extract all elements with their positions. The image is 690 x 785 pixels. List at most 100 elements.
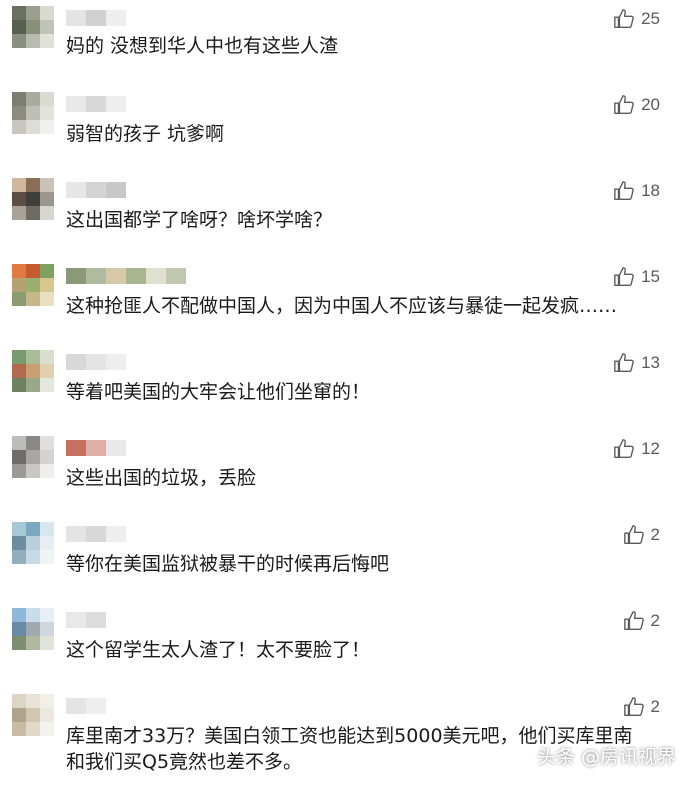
username-mosaic-cell [106, 354, 126, 370]
avatar-mosaic-cell [40, 20, 54, 34]
username-mosaic-cell [106, 268, 126, 284]
username-mosaic-cell [66, 526, 86, 542]
avatar[interactable] [12, 350, 54, 392]
like-count: 13 [641, 353, 660, 372]
like-button[interactable]: 15 [613, 266, 660, 288]
username-mosaic-cell [66, 182, 86, 198]
avatar-mosaic-cell [40, 34, 54, 48]
avatar-mosaic-cell [40, 206, 54, 220]
avatar-mosaic-cell [26, 550, 40, 564]
avatar-mosaic-cell [40, 106, 54, 120]
username-mosaic-cell [126, 268, 146, 284]
avatar[interactable] [12, 608, 54, 650]
avatar-mosaic-cell [26, 6, 40, 20]
avatar-mosaic-cell [12, 192, 26, 206]
thumbs-up-icon [614, 181, 634, 200]
avatar-mosaic-cell [40, 192, 54, 206]
avatar-mosaic-cell [26, 464, 40, 478]
comment-text: 妈的 没想到华人中也有这些人渣 [66, 35, 339, 57]
avatar-mosaic-cell [26, 522, 40, 536]
username-mosaic-cell [86, 612, 106, 628]
like-count: 2 [650, 525, 660, 544]
avatar-mosaic-cell [12, 178, 26, 192]
like-button[interactable]: 25 [613, 8, 660, 30]
avatar-mosaic-cell [12, 378, 26, 392]
username-mosaic-cell [66, 354, 86, 370]
like-count: 25 [641, 9, 660, 28]
username-blurred[interactable] [66, 526, 126, 542]
avatar-mosaic-cell [40, 550, 54, 564]
avatar[interactable] [12, 694, 54, 736]
like-button[interactable]: 2 [623, 696, 660, 718]
avatar-mosaic-cell [40, 6, 54, 20]
avatar-mosaic-cell [40, 278, 54, 292]
username-blurred[interactable] [66, 96, 126, 112]
like-count: 2 [650, 611, 660, 630]
avatar-mosaic-cell [26, 722, 40, 736]
avatar-mosaic-cell [12, 34, 26, 48]
username-blurred[interactable] [66, 354, 126, 370]
avatar-mosaic-cell [40, 622, 54, 636]
avatar-mosaic-cell [40, 120, 54, 134]
thumbs-up-icon [614, 439, 634, 458]
avatar-mosaic-cell [26, 278, 40, 292]
comment-text-line-2: 和我们买Q5竟然也差不多。 [66, 751, 303, 773]
comment-item: 库里南才33万？美国白领工资也能达到5000美元吧，他们买库里南 和我们买Q5竟… [0, 694, 690, 785]
username-blurred[interactable] [66, 612, 106, 628]
avatar-mosaic-cell [12, 436, 26, 450]
like-button[interactable]: 12 [613, 438, 660, 460]
avatar-mosaic-cell [26, 536, 40, 550]
username-mosaic-cell [86, 354, 106, 370]
comment-item: 这种抢匪人不配做中国人，因为中国人不应该与暴徒一起发疯…… 15 [0, 264, 690, 344]
username-mosaic-cell [106, 440, 126, 456]
avatar-mosaic-cell [12, 636, 26, 650]
username-blurred[interactable] [66, 440, 126, 456]
avatar[interactable] [12, 264, 54, 306]
username-mosaic-cell [86, 526, 106, 542]
comment-text: 这种抢匪人不配做中国人，因为中国人不应该与暴徒一起发疯…… [66, 295, 618, 317]
username-mosaic-cell [166, 268, 186, 284]
avatar-mosaic-cell [12, 694, 26, 708]
username-blurred[interactable] [66, 268, 186, 284]
username-blurred[interactable] [66, 10, 126, 26]
avatar-mosaic-cell [12, 450, 26, 464]
avatar-mosaic-cell [12, 622, 26, 636]
comment-item: 这些出国的垃圾，丢脸 12 [0, 436, 690, 516]
avatar-mosaic-cell [26, 292, 40, 306]
avatar[interactable] [12, 6, 54, 48]
comment-item: 妈的 没想到华人中也有这些人渣 25 [0, 6, 690, 86]
thumbs-up-icon [623, 697, 644, 716]
username-mosaic-cell [86, 268, 106, 284]
like-button[interactable]: 2 [623, 524, 660, 546]
avatar-mosaic-cell [12, 608, 26, 622]
comment-item: 这个留学生太人渣了！太不要脸了！ 2 [0, 608, 690, 688]
avatar-mosaic-cell [26, 350, 40, 364]
username-blurred[interactable] [66, 182, 126, 198]
thumbs-up-icon [614, 267, 634, 286]
avatar-mosaic-cell [40, 364, 54, 378]
avatar[interactable] [12, 522, 54, 564]
like-button[interactable]: 18 [613, 180, 660, 202]
avatar-mosaic-cell [26, 264, 40, 278]
avatar[interactable] [12, 178, 54, 220]
avatar[interactable] [12, 436, 54, 478]
avatar-mosaic-cell [26, 106, 40, 120]
avatar-mosaic-cell [12, 464, 26, 478]
avatar-mosaic-cell [26, 364, 40, 378]
username-mosaic-cell [86, 96, 106, 112]
like-button[interactable]: 20 [613, 94, 660, 116]
like-button[interactable]: 2 [623, 610, 660, 632]
avatar[interactable] [12, 92, 54, 134]
username-mosaic-cell [146, 268, 166, 284]
like-button[interactable]: 13 [613, 352, 660, 374]
avatar-mosaic-cell [26, 708, 40, 722]
avatar-mosaic-cell [26, 192, 40, 206]
avatar-mosaic-cell [12, 536, 26, 550]
avatar-mosaic-cell [26, 34, 40, 48]
avatar-mosaic-cell [40, 350, 54, 364]
username-blurred[interactable] [66, 698, 106, 714]
username-mosaic-cell [66, 10, 86, 26]
comment-text: 弱智的孩子 坑爹啊 [66, 123, 225, 145]
avatar-mosaic-cell [40, 178, 54, 192]
avatar-mosaic-cell [40, 522, 54, 536]
